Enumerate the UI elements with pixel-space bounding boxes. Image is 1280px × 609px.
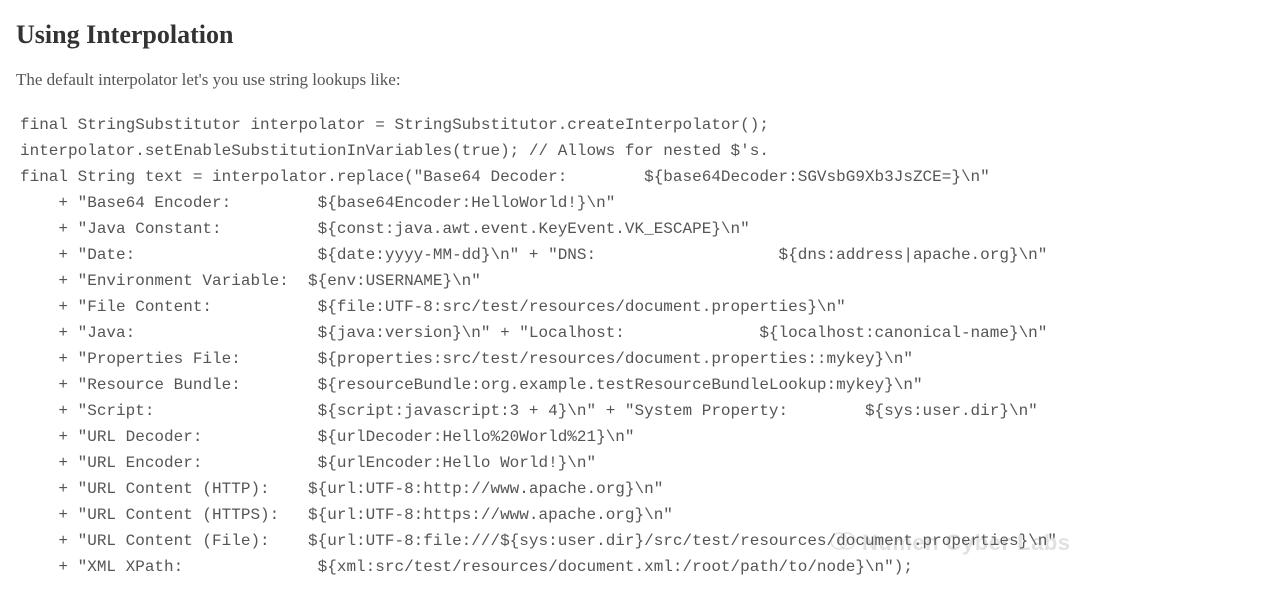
section-heading: Using Interpolation bbox=[16, 20, 1264, 50]
intro-paragraph: The default interpolator let's you use s… bbox=[16, 70, 1264, 90]
code-block: final StringSubstitutor interpolator = S… bbox=[16, 112, 1264, 580]
